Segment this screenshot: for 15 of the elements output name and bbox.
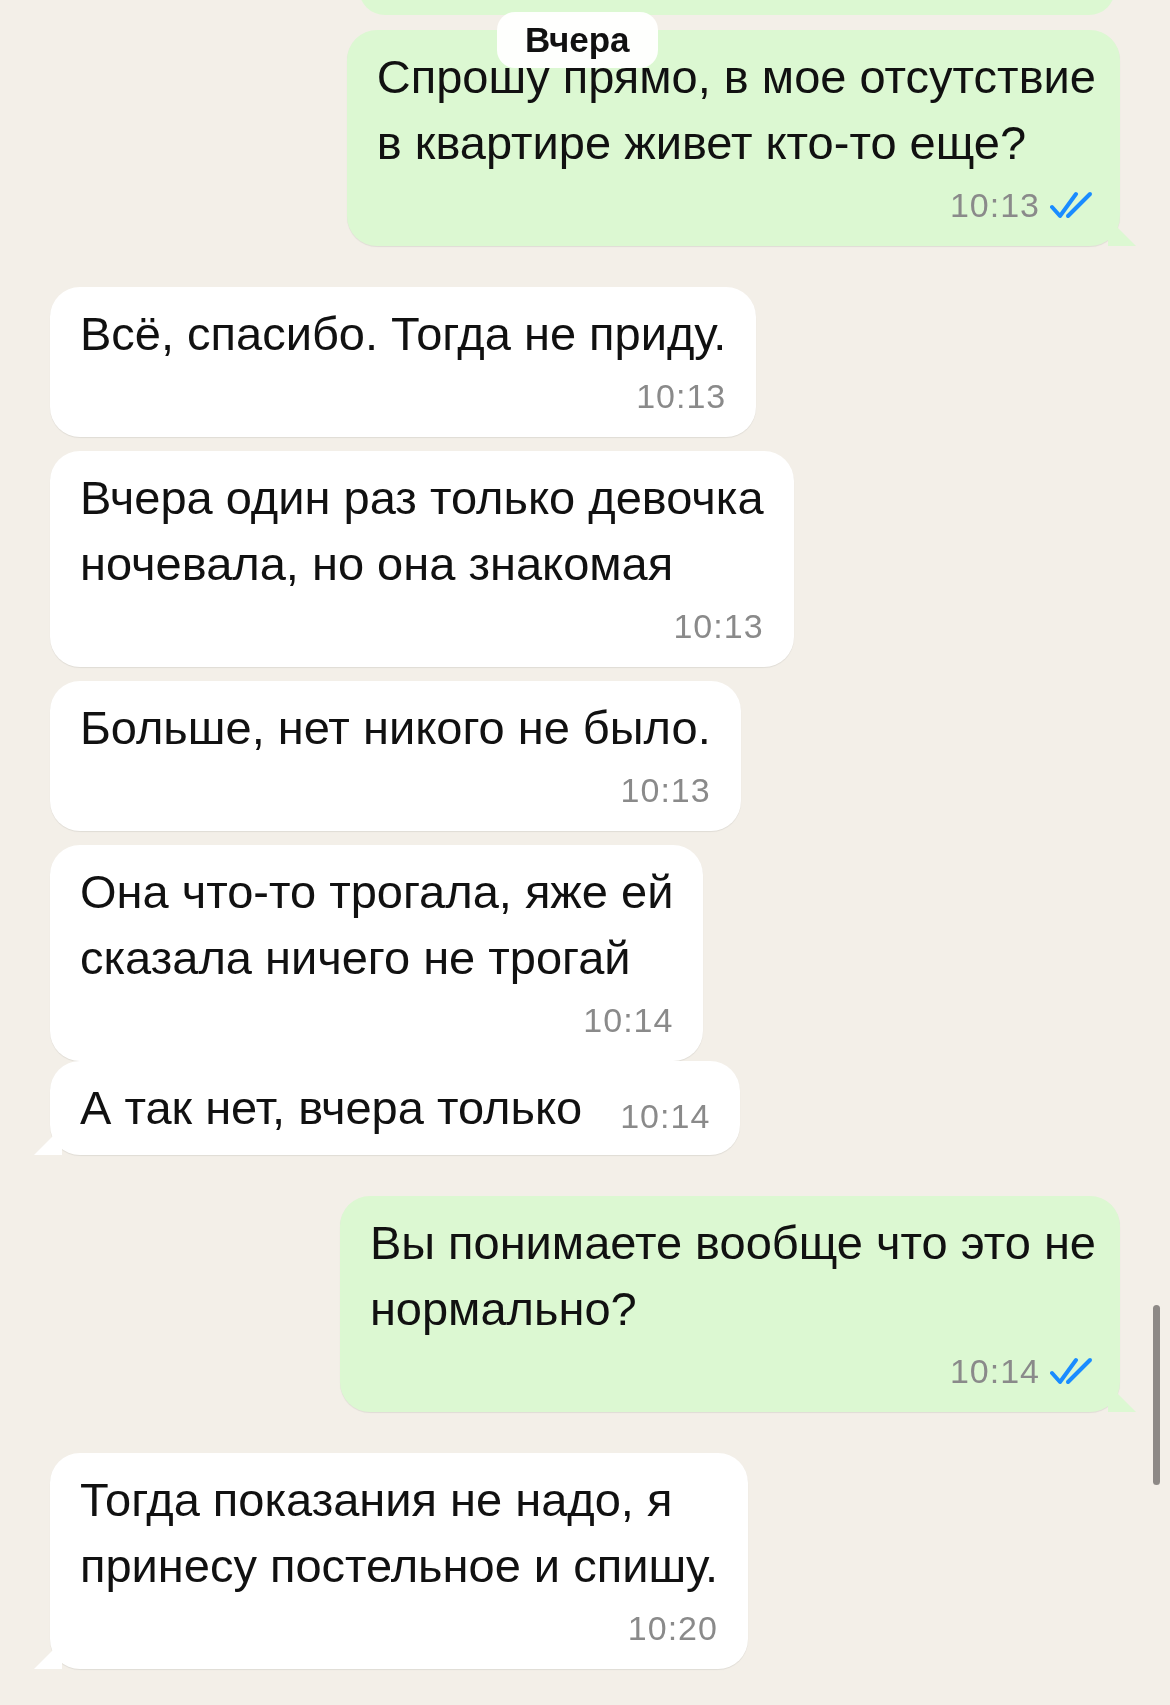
message-time: 10:20 <box>627 1608 718 1648</box>
message-text: Вчера один раз только девочка ночевала, но она знакомая <box>80 470 764 592</box>
message-time: 10:14 <box>620 1096 711 1136</box>
message-text: Тогда показания не надо, я принесу постельное и спишу. <box>80 1472 718 1594</box>
message-text: А так нет, вчера только <box>80 1080 583 1136</box>
message-text: Вы понимаете вообще что это не нормально? <box>369 1215 1096 1337</box>
message-text: Всё, спасибо. Тогда не приду. <box>80 306 727 362</box>
message-time: 10:13 <box>949 185 1040 225</box>
message-text: Она что-то трогала, яже ей сказала ничего не трогай <box>80 864 674 986</box>
message-time: 10:14 <box>949 1351 1040 1391</box>
message-time: 10:13 <box>620 770 711 810</box>
message-time: 10:14 <box>583 1000 674 1040</box>
message-time: 10:13 <box>673 606 764 646</box>
message-text: Больше, нет никого не было. <box>80 700 711 756</box>
message-time: 10:13 <box>636 376 727 416</box>
